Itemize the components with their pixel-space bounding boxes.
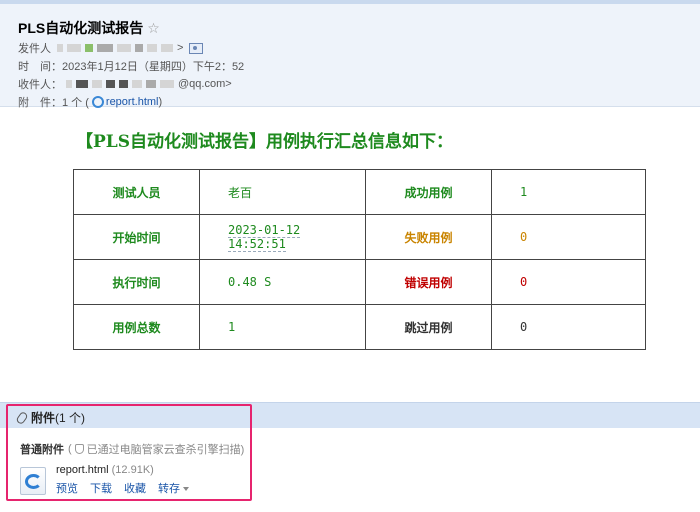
normal-attachment-label: 普通附件 ( 已通过电脑管家云查杀引擎扫描): [20, 441, 244, 457]
redacted-block: [147, 44, 157, 52]
html-file-icon[interactable]: [20, 467, 46, 495]
ie-logo-icon: [25, 474, 42, 489]
redacted-block: [66, 80, 72, 88]
value-errors: 0: [491, 259, 646, 305]
value-passed: 1: [491, 169, 646, 215]
attachment-file: report.html (12.91K): [56, 464, 154, 476]
redacted-block: [67, 44, 81, 52]
attachments-title: 附件 (1 个): [15, 409, 86, 426]
attachment-file-name[interactable]: report.html: [56, 464, 109, 476]
redacted-block: [119, 80, 128, 88]
redacted-block: [132, 80, 142, 88]
value-total: 1: [199, 304, 366, 350]
redacted-block: [161, 44, 173, 52]
attachment-link[interactable]: report.html: [106, 96, 159, 108]
redacted-block: [97, 44, 113, 52]
mail-subject-text: PLS自动化测试报告: [18, 20, 144, 36]
recipient-suffix: @qq.com>: [178, 78, 232, 90]
table-row: 用例总数 1 跳过用例 0: [73, 304, 646, 350]
redacted-block: [92, 80, 102, 88]
redacted-block: [106, 80, 115, 88]
label-tester: 测试人员: [73, 169, 200, 215]
label-skipped: 跳过用例: [365, 304, 492, 350]
attachment-count: 1 个 (: [62, 97, 89, 109]
preview-link[interactable]: 预览: [56, 480, 78, 496]
redacted-block: [135, 44, 143, 52]
mail-subject: PLS自动化测试报告 ☆: [18, 18, 160, 38]
label-start-time: 开始时间: [73, 214, 200, 260]
attachment-actions: 预览 下载 收藏 转存: [56, 480, 189, 496]
chevron-down-icon: [183, 487, 189, 492]
favorite-link[interactable]: 收藏: [124, 480, 146, 496]
attachment-file-size: (12.91K): [111, 464, 154, 476]
attachment-close: ): [158, 96, 163, 108]
value-failed: 0: [491, 214, 646, 260]
attachment-label: 附 件：: [18, 97, 62, 109]
save-to-dropdown[interactable]: 转存: [158, 480, 189, 496]
html-file-icon: [91, 96, 104, 108]
value-skipped: 0: [491, 304, 646, 350]
label-failed: 失败用例: [365, 214, 492, 260]
attachment-row: 附 件： 1 个 ( report.html ): [18, 94, 162, 110]
save-to-label: 转存: [158, 483, 180, 495]
label-errors: 错误用例: [365, 259, 492, 305]
contact-card-icon[interactable]: [189, 42, 204, 54]
redacted-block: [160, 80, 174, 88]
paperclip-icon: [15, 410, 29, 425]
recipient-label: 收件人：: [18, 79, 62, 91]
scan-status: 已通过电脑管家云查杀引擎扫描): [86, 444, 245, 456]
download-link[interactable]: 下载: [90, 480, 112, 496]
sender-label: 发件人: [18, 43, 51, 55]
label-passed: 成功用例: [365, 169, 492, 215]
normal-attachment-title: 普通附件: [20, 444, 64, 456]
recipient-row: 收件人： @qq.com>: [18, 76, 232, 92]
table-row: 测试人员 老百 成功用例 1: [73, 169, 646, 215]
redacted-block: [57, 44, 63, 52]
attachments-header: 附件 (1 个): [0, 402, 700, 428]
redacted-block: [146, 80, 156, 88]
star-icon[interactable]: ☆: [147, 20, 160, 37]
label-total: 用例总数: [73, 304, 200, 350]
sender-suffix: >: [177, 42, 184, 54]
start-time-text: 2023-01-12 14:52:51: [228, 223, 301, 252]
sender-row: 发件人 >: [18, 40, 204, 56]
report-title: 【PLS自动化测试报告】用例执行汇总信息如下：: [76, 132, 454, 152]
time-row: 时 间： 2023年1月12日（星期四）下午2：52: [18, 58, 244, 74]
scan-prefix: (: [68, 443, 72, 455]
table-row: 开始时间 2023-01-12 14:52:51 失败用例 0: [73, 214, 646, 260]
value-start-time: 2023-01-12 14:52:51: [199, 214, 366, 260]
time-value: 2023年1月12日（星期四）下午2：52: [62, 61, 245, 73]
shield-icon: [74, 444, 84, 454]
label-duration: 执行时间: [73, 259, 200, 305]
redacted-block: [117, 44, 131, 52]
summary-table: 测试人员 老百 成功用例 1 开始时间 2023-01-12 14:52:51 …: [73, 169, 646, 350]
attachments-count: (1 个): [55, 411, 86, 425]
time-label: 时 间：: [18, 61, 62, 73]
table-row: 执行时间 0.48 S 错误用例 0: [73, 259, 646, 305]
redacted-block: [76, 80, 88, 88]
attachments-body: 普通附件 ( 已通过电脑管家云查杀引擎扫描) report.html (12.9…: [0, 428, 700, 512]
value-duration: 0.48 S: [199, 259, 366, 305]
redacted-block: [85, 44, 93, 52]
value-tester: 老百: [199, 169, 366, 215]
mail-header: PLS自动化测试报告 ☆ 发件人 > 时 间： 2023年1月12日（星期四）下…: [0, 4, 700, 110]
attachments-title-text: 附件: [31, 411, 56, 425]
